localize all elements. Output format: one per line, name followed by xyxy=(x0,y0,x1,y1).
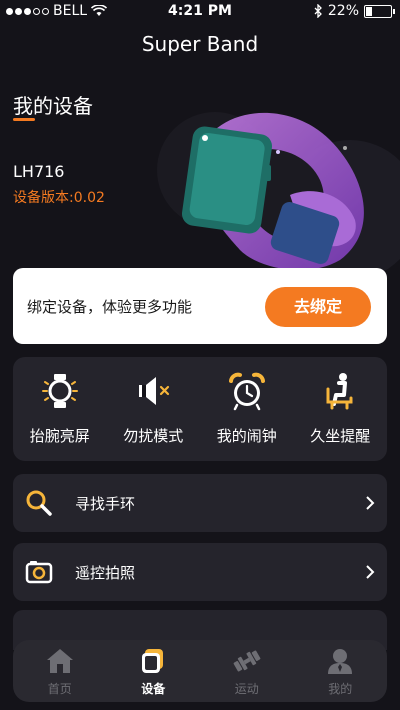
func-alarm[interactable]: 我的闹钟 xyxy=(200,357,294,461)
mute-icon xyxy=(139,377,170,405)
func-raise-wrist[interactable]: 抬腕亮屏 xyxy=(13,357,107,461)
row-label: 遥控拍照 xyxy=(75,563,136,582)
func-label: 抬腕亮屏 xyxy=(29,427,90,445)
bottom-tab-bar: 首页 设备 运动 我的 xyxy=(13,640,387,702)
camera-icon xyxy=(25,561,53,584)
tab-label: 首页 xyxy=(47,682,72,696)
func-label: 勿扰模式 xyxy=(123,427,184,445)
battery-icon xyxy=(364,4,395,18)
section-underline xyxy=(13,118,35,121)
search-icon xyxy=(26,490,52,516)
alarm-clock-icon xyxy=(228,372,265,411)
quick-functions-card: 抬腕亮屏 勿扰模式 我的闹钟 久坐提醒 xyxy=(13,357,387,461)
tab-home[interactable]: 首页 xyxy=(13,640,107,702)
tab-profile[interactable]: 我的 xyxy=(294,640,388,702)
bind-prompt: 绑定设备，体验更多功能 xyxy=(27,298,193,316)
bind-device-card: 绑定设备，体验更多功能 去绑定 xyxy=(13,268,387,344)
tab-device[interactable]: 设备 xyxy=(107,640,201,702)
func-label: 我的闹钟 xyxy=(216,427,277,445)
sedentary-icon xyxy=(326,373,353,410)
tab-label: 设备 xyxy=(141,682,166,696)
battery-percent: 22% xyxy=(327,3,359,19)
dumbbell-icon xyxy=(233,650,261,672)
watch-raise-icon xyxy=(41,374,78,408)
section-title: 我的设备 xyxy=(13,94,93,118)
func-label: 久坐提醒 xyxy=(310,427,371,445)
tab-label: 运动 xyxy=(234,682,259,696)
tab-label: 我的 xyxy=(328,682,353,696)
home-icon xyxy=(46,649,73,673)
func-sedentary-reminder[interactable]: 久坐提醒 xyxy=(294,357,388,461)
remote-camera-row[interactable]: 遥控拍照 xyxy=(13,543,387,601)
chevron-right-icon xyxy=(366,565,375,579)
app-title: Super Band xyxy=(141,32,259,56)
device-icon xyxy=(142,649,164,673)
status-bar: BELL 4:21 PM 22% xyxy=(0,0,400,22)
chevron-right-icon xyxy=(366,496,375,510)
device-model: LH716 xyxy=(13,162,65,181)
find-band-row[interactable]: 寻找手环 xyxy=(13,474,387,532)
func-do-not-disturb[interactable]: 勿扰模式 xyxy=(107,357,201,461)
tab-sport[interactable]: 运动 xyxy=(200,640,294,702)
status-right: 22% xyxy=(314,3,395,19)
smartwatch-illustration xyxy=(157,112,400,275)
row-label: 寻找手环 xyxy=(75,494,136,513)
device-version: 设备版本:0.02 xyxy=(13,190,105,206)
bind-button[interactable]: 去绑定 xyxy=(265,287,371,327)
bluetooth-icon xyxy=(314,4,322,18)
profile-icon xyxy=(328,649,353,674)
